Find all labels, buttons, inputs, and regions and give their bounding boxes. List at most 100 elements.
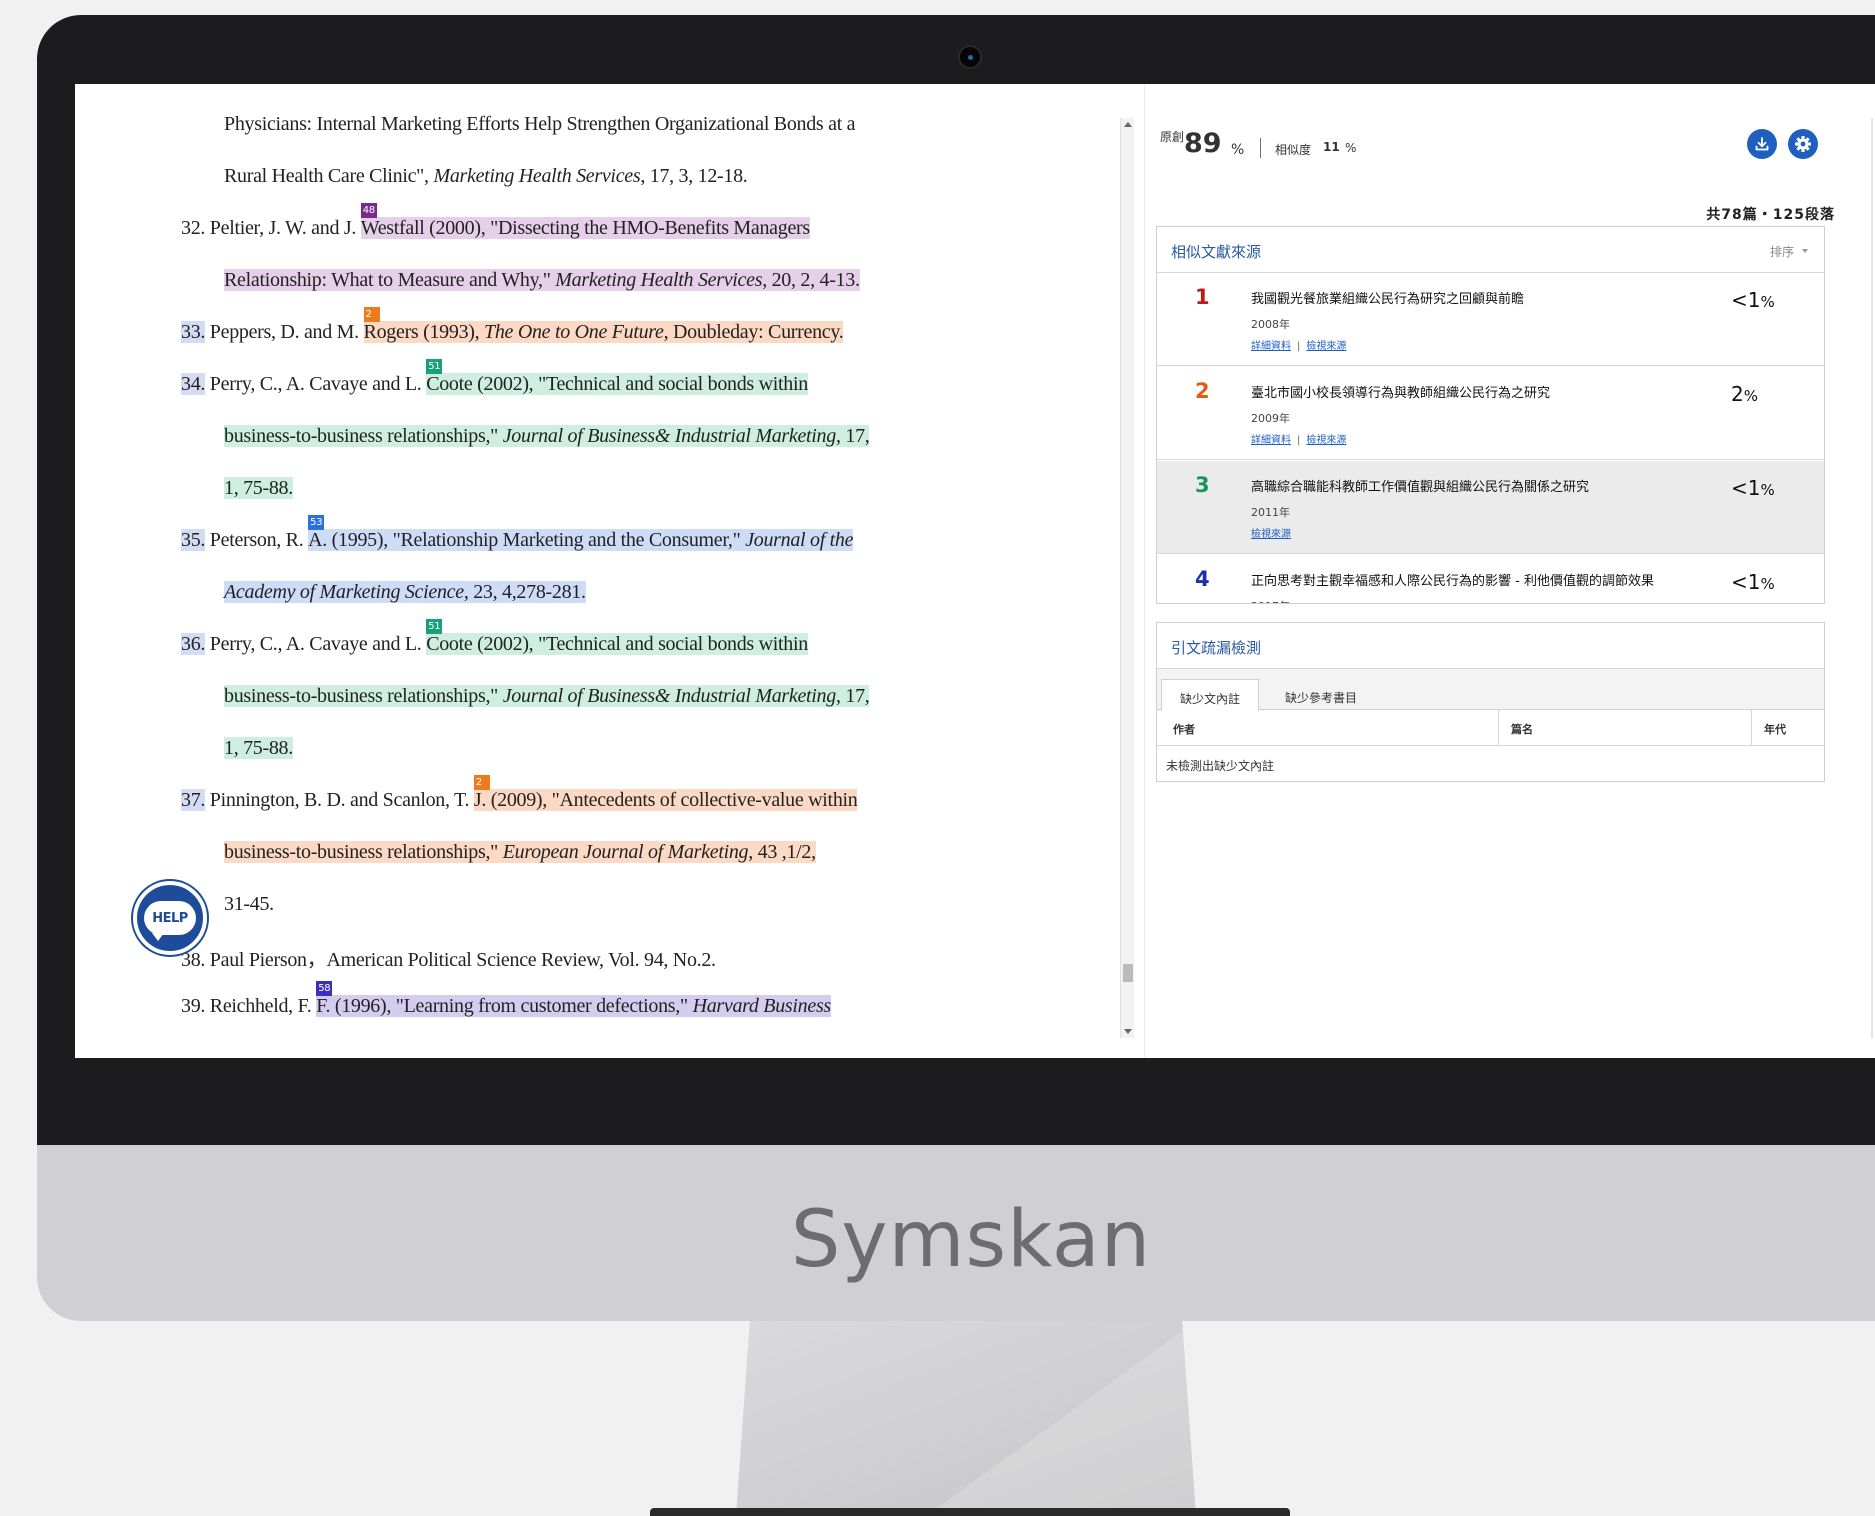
source-tag[interactable]: 53	[308, 515, 325, 530]
score-divider	[1260, 138, 1261, 158]
reference-text: Peterson, R.	[205, 529, 309, 551]
highlight-green[interactable]: Journal of Business& Industrial Marketin…	[502, 425, 836, 447]
screen: Physicians: Internal Marketing Efforts H…	[75, 84, 1875, 1058]
highlight-purple[interactable]: 48 Westfall (2000), "Dissecting the HMO-B…	[360, 203, 810, 239]
reference-line: 35. Peterson, R. 53 A. (1995), "Relations…	[181, 515, 854, 552]
source-title[interactable]: 我國觀光餐旅業組織公民行為研究之回顧與前瞻	[1251, 288, 1524, 307]
help-label: HELP	[152, 910, 188, 926]
source-title[interactable]: 正向思考對主觀幸福感和人際公民行為的影響 - 利他價值觀的調節效果	[1251, 570, 1654, 589]
source-percent: 2%	[1731, 382, 1758, 406]
highlight-text: J. (2009), "Antecedents of collective-va…	[473, 789, 858, 811]
similarity-score: 11	[1323, 140, 1340, 154]
document-scrollbar[interactable]	[1120, 118, 1134, 1038]
highlight-blue[interactable]: , 23, 4,278-281.	[463, 581, 586, 603]
highlight-green[interactable]: 51 Coote (2002), "Technical and social bo…	[426, 359, 808, 395]
highlight-orange[interactable]: business-to-business relationships,"	[224, 841, 503, 863]
similarity-label: 相似度	[1275, 143, 1312, 157]
highlight-green[interactable]: , 17,	[835, 685, 870, 707]
scroll-thumb[interactable]	[1123, 964, 1133, 982]
highlight-green[interactable]: 51 Coote (2002), "Technical and social bo…	[426, 619, 808, 655]
chevron-down-icon[interactable]	[1802, 249, 1808, 253]
settings-button[interactable]	[1788, 129, 1818, 159]
source-tag[interactable]: 2	[473, 775, 490, 790]
panel-scrollbar[interactable]	[1871, 118, 1873, 1038]
source-tag[interactable]: 2	[363, 307, 380, 322]
source-tag[interactable]: 58	[316, 981, 333, 996]
link-divider: |	[1297, 341, 1301, 352]
highlight-purple[interactable]: Relationship: What to Measure and Why,"	[224, 269, 556, 291]
reference-line: 38. Paul Pierson，American Political Scie…	[181, 943, 716, 972]
source-tag[interactable]: 51	[426, 359, 443, 374]
highlight-green[interactable]: business-to-business relationships,"	[224, 425, 503, 447]
document-pane: Physicians: Internal Marketing Efforts H…	[75, 84, 1110, 1058]
highlight-purple[interactable]: , 20, 2, 4-13.	[762, 269, 860, 291]
source-percent: <1%	[1731, 570, 1775, 594]
reference-line: 1, 75-88.	[224, 477, 293, 500]
reference-line: 33. Peppers, D. and M. 2 Rogers (1993), T…	[181, 307, 844, 344]
reference-text: Perry, C., A. Cavaye and L.	[205, 633, 427, 655]
highlight-green[interactable]: Journal of Business& Industrial Marketin…	[502, 685, 836, 707]
source-rank: 3	[1195, 473, 1210, 497]
help-button[interactable]: HELP	[133, 881, 207, 955]
view-source-link[interactable]: 檢視來源	[1306, 341, 1346, 352]
highlight-orange[interactable]: 2 J. (2009), "Antecedents of collective-v…	[473, 775, 858, 811]
reference-line: Rural Health Care Clinic", Marketing Hea…	[224, 165, 748, 188]
highlight-text: Westfall (2000), "Dissecting the HMO-Ben…	[360, 217, 810, 239]
tab-missing-in-text[interactable]: 缺少文內註	[1161, 679, 1260, 711]
view-source-link[interactable]: 檢視來源	[1306, 435, 1346, 446]
highlight-orange[interactable]: , Doubleday: Currency.	[663, 321, 844, 343]
sources-title: 相似文獻來源	[1171, 243, 1262, 261]
reference-line: 31-45.	[224, 893, 274, 916]
highlight-blue[interactable]: Academy of Marketing Science	[224, 581, 464, 603]
source-tag[interactable]: 51	[426, 619, 443, 634]
highlight-green[interactable]: 1, 75-88.	[224, 737, 293, 759]
details-link[interactable]: 詳細資料	[1251, 341, 1291, 352]
highlight-orange[interactable]: European Journal of Marketing	[502, 841, 749, 863]
highlight-text: F. (1996), "Learning from customer defec…	[316, 995, 693, 1017]
download-button[interactable]	[1747, 129, 1777, 159]
highlight-orange[interactable]: The One to One Future	[484, 321, 664, 343]
highlight-green[interactable]: , 17,	[835, 425, 870, 447]
reference-text: Rural Health Care Clinic",	[224, 165, 434, 187]
reference-line: 32. Peltier, J. W. and J. 48 Westfall (20…	[181, 203, 810, 240]
source-row[interactable]: 1 我國觀光餐旅業組織公民行為研究之回顧與前瞻 2008年 詳細資料 | 檢視來源 <1%	[1157, 273, 1824, 366]
view-source-link[interactable]: 檢視來源	[1251, 529, 1291, 540]
highlight-orange[interactable]: , 43 ,1/2,	[748, 841, 816, 863]
percent-value: <1	[1731, 476, 1761, 500]
highlight-orange[interactable]: 2 Rogers (1993),	[363, 307, 485, 343]
highlight-purple[interactable]: Marketing Health Services	[555, 269, 762, 291]
source-tag[interactable]: 48	[360, 203, 377, 218]
column-divider	[1498, 710, 1499, 746]
reference-text: 39. Reichheld, F.	[181, 995, 317, 1017]
tab-missing-references[interactable]: 缺少參考書目	[1267, 679, 1375, 711]
highlight-blue[interactable]: 53 A. (1995), "Relationship Marketing and…	[308, 515, 746, 551]
source-row[interactable]: 2 臺北市國小校長領導行為與教師組織公民行為之研究 2009年 詳細資料 | 檢視來源 2%	[1157, 367, 1824, 460]
details-link[interactable]: 詳細資料	[1251, 435, 1291, 446]
monitor-stand	[736, 1321, 1196, 1516]
reference-line: Academy of Marketing Science, 23, 4,278-…	[224, 581, 586, 604]
reference-text: 31-45.	[224, 893, 274, 915]
reference-text: 32. Peltier, J. W. and J.	[181, 217, 361, 239]
reference-text: 38. Paul Pierson，American Political Scie…	[181, 949, 716, 971]
source-title[interactable]: 高職綜合職能科教師工作價值觀與組織公民行為關係之研究	[1251, 476, 1589, 495]
reference-line: business-to-business relationships," Jou…	[224, 425, 870, 448]
highlight-text: Rogers (1993),	[363, 321, 485, 343]
highlight-violet[interactable]: 58 F. (1996), "Learning from customer def…	[316, 981, 693, 1017]
source-row[interactable]: 4 正向思考對主觀幸福感和人際公民行為的影響 - 利他價值觀的調節效果 2017年 <…	[1157, 555, 1824, 603]
source-rank: 4	[1195, 567, 1210, 591]
scroll-up-icon[interactable]	[1124, 122, 1132, 127]
source-row[interactable]: 3 高職綜合職能科教師工作價值觀與組織公民行為關係之研究 2011年 檢視來源 <1%	[1157, 461, 1824, 554]
highlight-green[interactable]: business-to-business relationships,"	[224, 685, 503, 707]
highlight-green[interactable]: 1, 75-88.	[224, 477, 293, 499]
column-author: 作者	[1173, 723, 1195, 736]
highlight-violet[interactable]: Harvard Business	[692, 995, 831, 1017]
scroll-down-icon[interactable]	[1124, 1029, 1132, 1034]
help-bubble-icon: HELP	[144, 901, 196, 941]
download-icon	[1755, 137, 1769, 151]
reference-line: 36. Perry, C., A. Cavaye and L. 51 Coote …	[181, 619, 808, 656]
reference-text: Pinnington, B. D. and Scanlon, T.	[205, 789, 474, 811]
highlight-blue[interactable]: Journal of the	[745, 529, 854, 551]
highlight-text: Coote (2002), "Technical and social bond…	[426, 373, 808, 395]
sort-dropdown[interactable]: 排序	[1770, 243, 1794, 260]
source-title[interactable]: 臺北市國小校長領導行為與教師組織公民行為之研究	[1251, 382, 1550, 401]
